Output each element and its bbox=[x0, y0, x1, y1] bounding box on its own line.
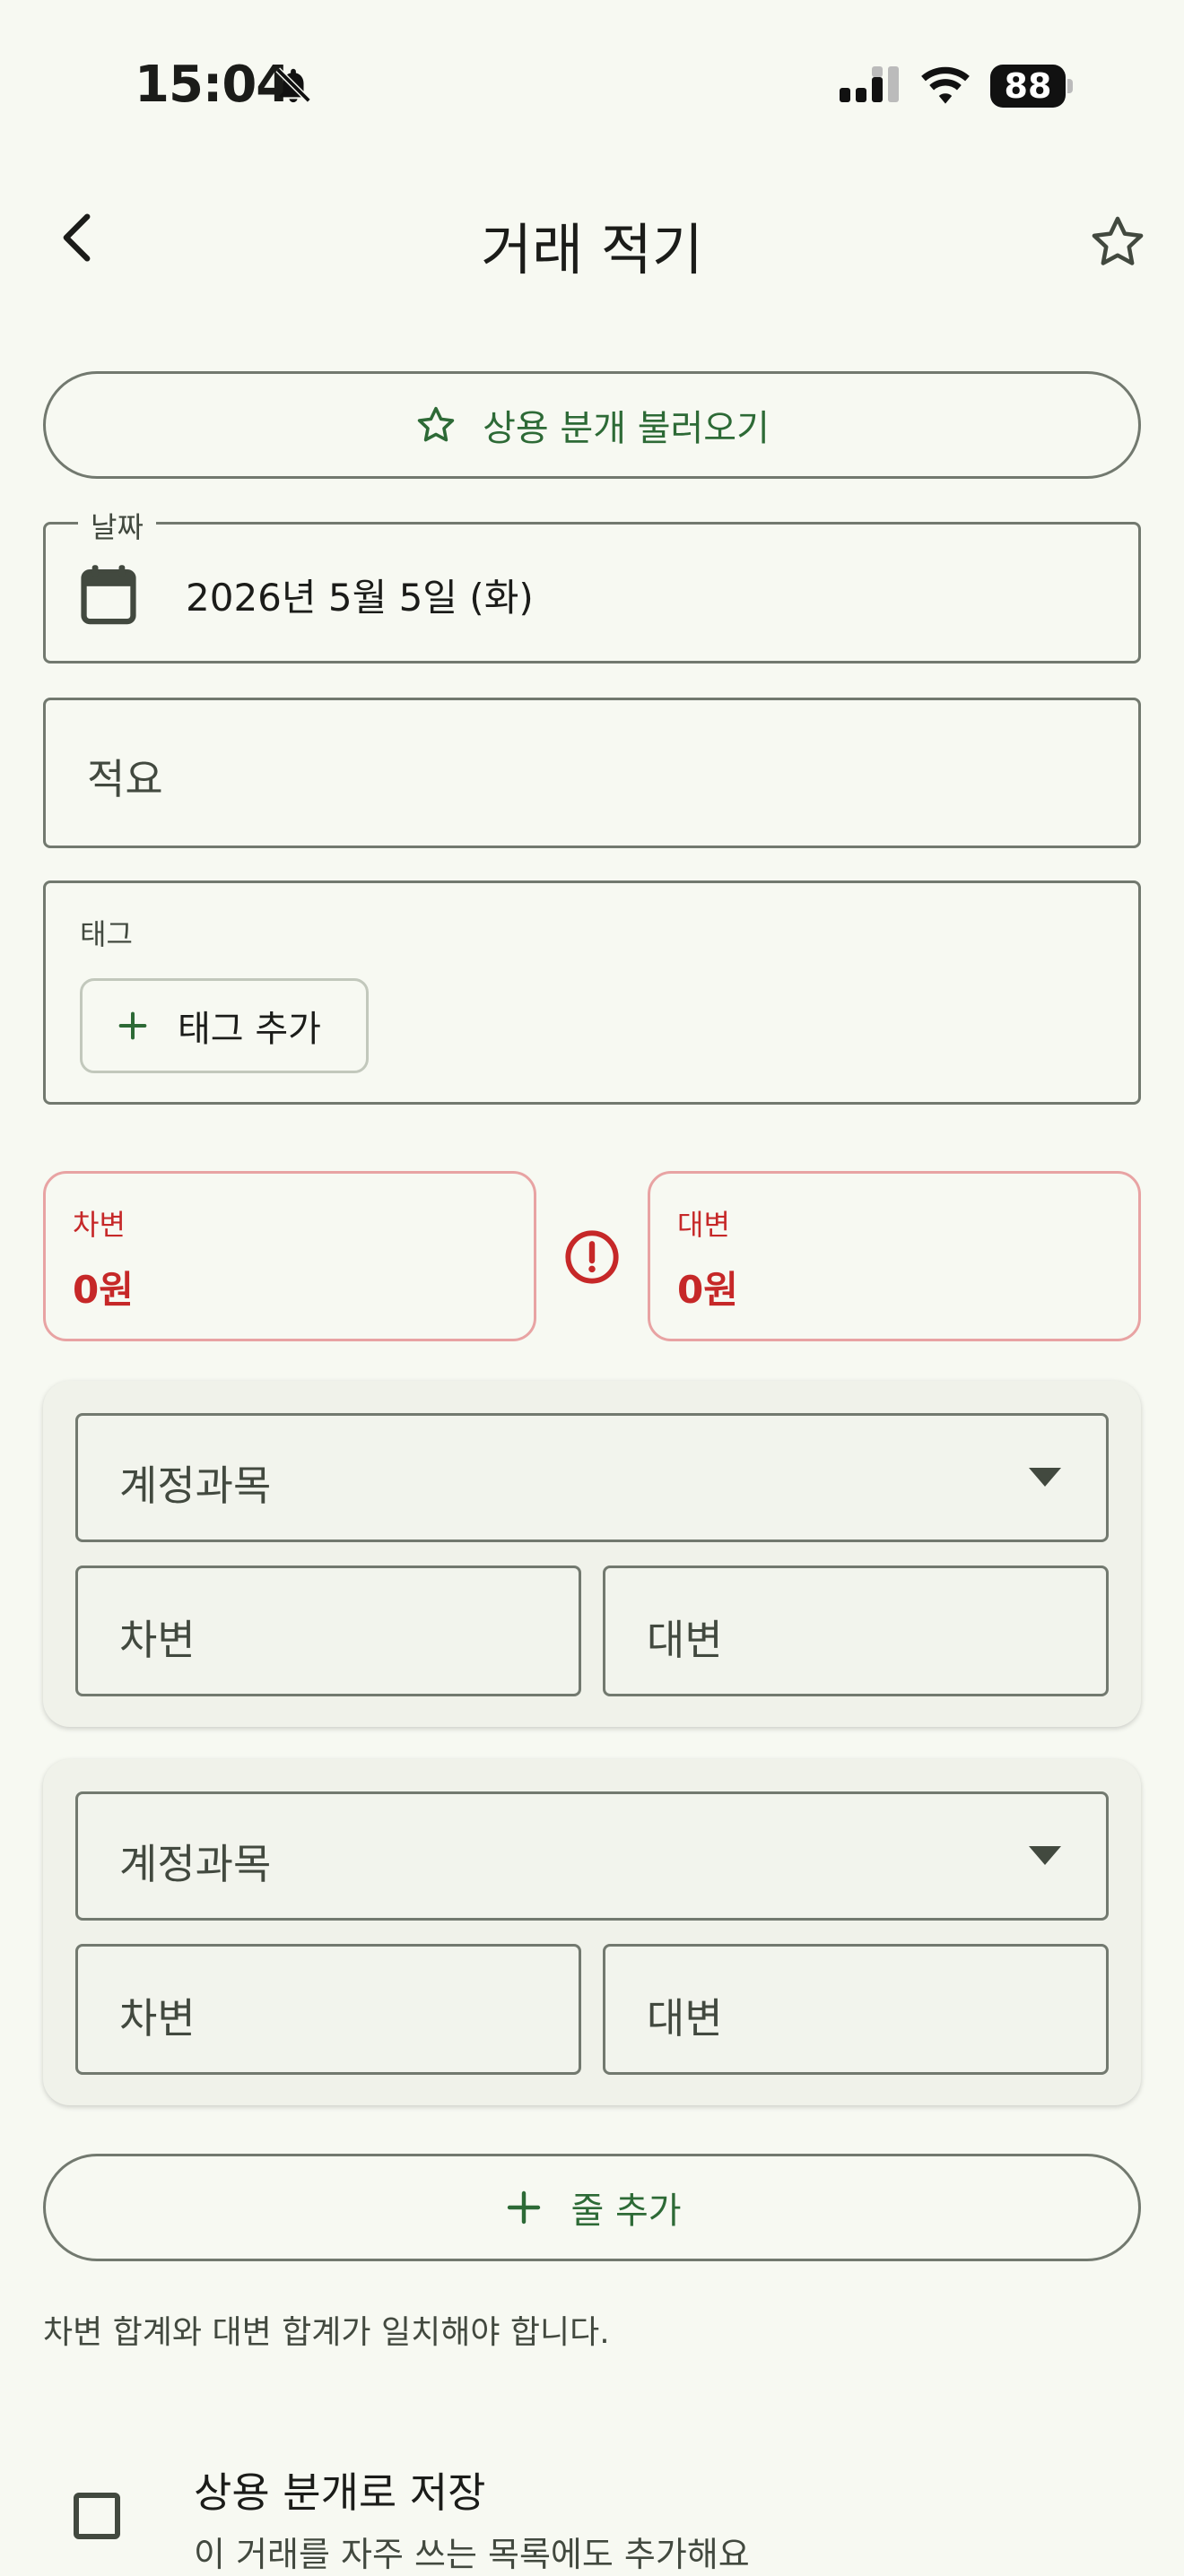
debit-amount-input[interactable]: 차변 bbox=[75, 1566, 581, 1696]
wifi-icon bbox=[921, 66, 970, 104]
credit-placeholder: 대변 bbox=[647, 1994, 723, 2043]
dropdown-arrow-icon bbox=[1029, 1468, 1061, 1487]
add-tag-label: 태그 추가 bbox=[178, 1009, 321, 1050]
date-label: 날짜 bbox=[78, 505, 156, 546]
add-line-button[interactable]: 줄 추가 bbox=[43, 2154, 1141, 2261]
favorite-star-icon[interactable] bbox=[1087, 212, 1148, 273]
battery-indicator: 88 bbox=[990, 65, 1073, 108]
credit-amount-input[interactable]: 대변 bbox=[603, 1566, 1109, 1696]
save-favorite-label: 상용 분개로 저장 bbox=[194, 2468, 486, 2517]
tag-section: 태그 태그 추가 bbox=[43, 880, 1141, 1105]
memo-input[interactable]: 적요 bbox=[43, 698, 1141, 848]
page-title: 거래 적기 bbox=[481, 217, 703, 282]
plus-icon bbox=[118, 1011, 147, 1040]
tag-label: 태그 bbox=[80, 917, 133, 951]
dropdown-arrow-icon bbox=[1029, 1846, 1061, 1865]
balance-hint-text: 차변 합계와 대변 합계가 일치해야 합니다. bbox=[43, 2314, 610, 2351]
date-value: 2026년 5월 5일 (화) bbox=[186, 576, 534, 620]
debit-total-card: 차변 0원 bbox=[43, 1171, 536, 1341]
debit-total-label: 차변 bbox=[73, 1208, 126, 1242]
credit-amount-input[interactable]: 대변 bbox=[603, 1944, 1109, 2075]
debit-amount-input[interactable]: 차변 bbox=[75, 1944, 581, 2075]
load-favorite-label: 상용 분개 불러오기 bbox=[483, 408, 770, 449]
save-favorite-sublabel: 이 거래를 자주 쓰는 목록에도 추가해요 bbox=[194, 2535, 750, 2574]
account-placeholder: 계정과목 bbox=[119, 1840, 272, 1888]
calendar-icon bbox=[81, 565, 136, 625]
credit-total-value: 0원 bbox=[677, 1268, 738, 1312]
add-line-label: 줄 추가 bbox=[570, 2190, 682, 2232]
bell-muted-icon bbox=[275, 67, 311, 103]
debit-placeholder: 차변 bbox=[119, 1994, 196, 2043]
star-icon bbox=[417, 406, 455, 442]
error-alert-icon bbox=[565, 1230, 619, 1284]
account-select[interactable]: 계정과목 bbox=[75, 1791, 1109, 1921]
save-favorite-checkbox[interactable] bbox=[74, 2493, 120, 2539]
credit-total-card: 대변 0원 bbox=[648, 1171, 1141, 1341]
add-tag-button[interactable]: 태그 추가 bbox=[80, 978, 369, 1073]
account-select[interactable]: 계정과목 bbox=[75, 1413, 1109, 1542]
memo-placeholder: 적요 bbox=[87, 755, 163, 803]
account-placeholder: 계정과목 bbox=[119, 1461, 272, 1510]
entry-line-card: 계정과목 차변 대변 bbox=[43, 1759, 1141, 2105]
debit-total-value: 0원 bbox=[73, 1268, 134, 1312]
battery-level: 88 bbox=[990, 65, 1066, 108]
plus-icon bbox=[508, 2190, 541, 2225]
cellular-signal-icon bbox=[840, 66, 899, 102]
load-favorite-button[interactable]: 상용 분개 불러오기 bbox=[43, 371, 1141, 479]
entry-line-card: 계정과목 차변 대변 bbox=[43, 1381, 1141, 1727]
credit-total-label: 대변 bbox=[677, 1208, 730, 1242]
debit-placeholder: 차변 bbox=[119, 1616, 196, 1664]
status-time: 15:04 bbox=[135, 56, 291, 114]
credit-placeholder: 대변 bbox=[647, 1616, 723, 1664]
date-field[interactable]: 날짜 2026년 5월 5일 (화) bbox=[43, 505, 1141, 664]
